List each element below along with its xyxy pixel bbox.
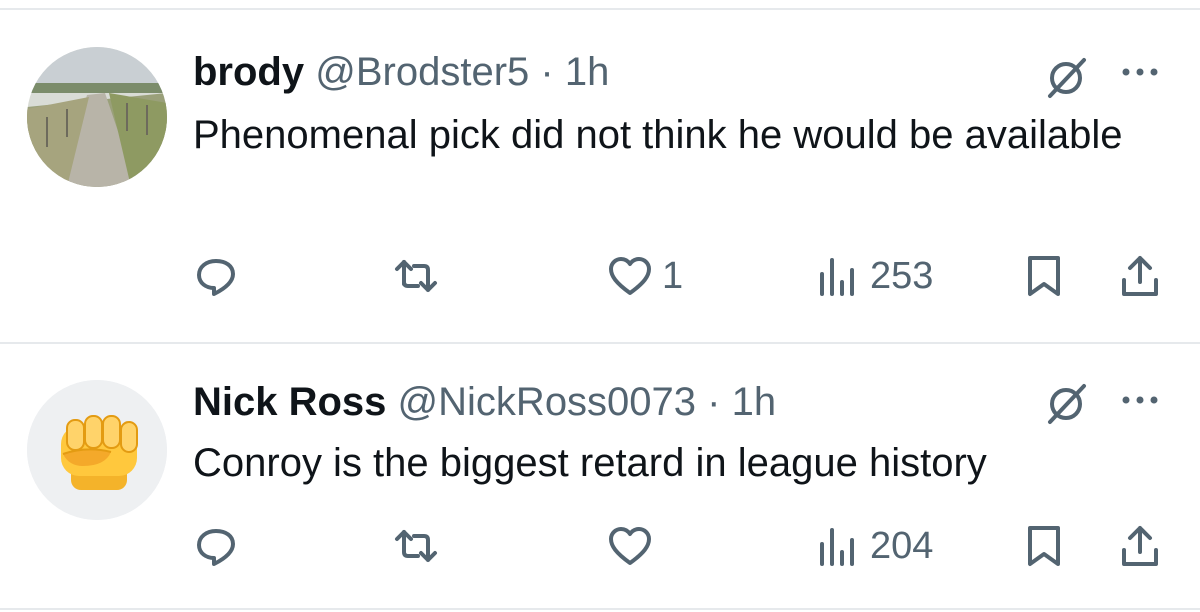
grok-icon[interactable] xyxy=(1042,54,1090,102)
timestamp[interactable]: 1h xyxy=(565,50,610,94)
view-count: 204 xyxy=(870,524,934,567)
like-button[interactable]: 1 xyxy=(606,246,683,306)
views-icon xyxy=(820,528,854,566)
bookmark-button[interactable] xyxy=(1020,516,1068,576)
retweet-icon xyxy=(395,260,437,292)
views-icon xyxy=(820,258,854,296)
share-icon xyxy=(1122,256,1158,296)
view-count: 253 xyxy=(870,254,934,297)
share-icon xyxy=(1122,526,1158,566)
heart-icon xyxy=(609,527,651,565)
tweet-header: Nick Ross @NickRoss0073 · 1h xyxy=(193,378,776,426)
avatar-photo xyxy=(27,47,167,187)
reply-icon xyxy=(197,259,235,296)
retweet-icon xyxy=(395,530,437,562)
reply-tweet[interactable]: Nick Ross @NickRoss0073 · 1h Conroy is t… xyxy=(0,344,1200,612)
views-button[interactable]: 253 xyxy=(814,246,933,306)
raised-fist-emoji-icon xyxy=(27,380,167,520)
like-count: 1 xyxy=(662,254,684,297)
more-icon[interactable] xyxy=(1118,62,1162,82)
reply-button[interactable] xyxy=(192,246,240,306)
like-button[interactable] xyxy=(606,516,662,576)
share-button[interactable] xyxy=(1116,516,1164,576)
user-handle[interactable]: @NickRoss0073 xyxy=(398,380,697,424)
display-name[interactable]: brody xyxy=(193,50,304,94)
action-bar: 204 xyxy=(0,516,1200,576)
reply-icon xyxy=(197,529,235,566)
bottom-divider xyxy=(0,608,1200,610)
tweet-text: Conroy is the biggest retard in league h… xyxy=(193,441,987,485)
more-icon[interactable] xyxy=(1118,390,1162,410)
heart-icon xyxy=(609,257,651,295)
grok-icon[interactable] xyxy=(1042,380,1090,428)
bookmark-button[interactable] xyxy=(1020,246,1068,306)
avatar[interactable] xyxy=(27,380,167,520)
display-name[interactable]: Nick Ross xyxy=(193,380,386,424)
bookmark-icon xyxy=(1028,526,1060,566)
views-button[interactable]: 204 xyxy=(814,516,933,576)
action-bar: 1 253 xyxy=(0,246,1200,306)
reply-tweet[interactable]: brody @Brodster5 · 1h Phenomenal pick di… xyxy=(0,10,1200,342)
share-button[interactable] xyxy=(1116,246,1164,306)
user-handle[interactable]: @Brodster5 xyxy=(315,50,529,94)
reply-button[interactable] xyxy=(192,516,240,576)
retweet-button[interactable] xyxy=(392,246,440,306)
tweet-text: Phenomenal pick did not think he would b… xyxy=(193,113,1123,157)
avatar[interactable] xyxy=(27,47,167,187)
retweet-button[interactable] xyxy=(392,516,440,576)
separator-dot: · xyxy=(707,380,721,424)
tweet-header: brody @Brodster5 · 1h xyxy=(193,48,609,96)
bookmark-icon xyxy=(1028,256,1060,296)
timestamp[interactable]: 1h xyxy=(732,380,777,424)
separator-dot: · xyxy=(540,50,554,94)
